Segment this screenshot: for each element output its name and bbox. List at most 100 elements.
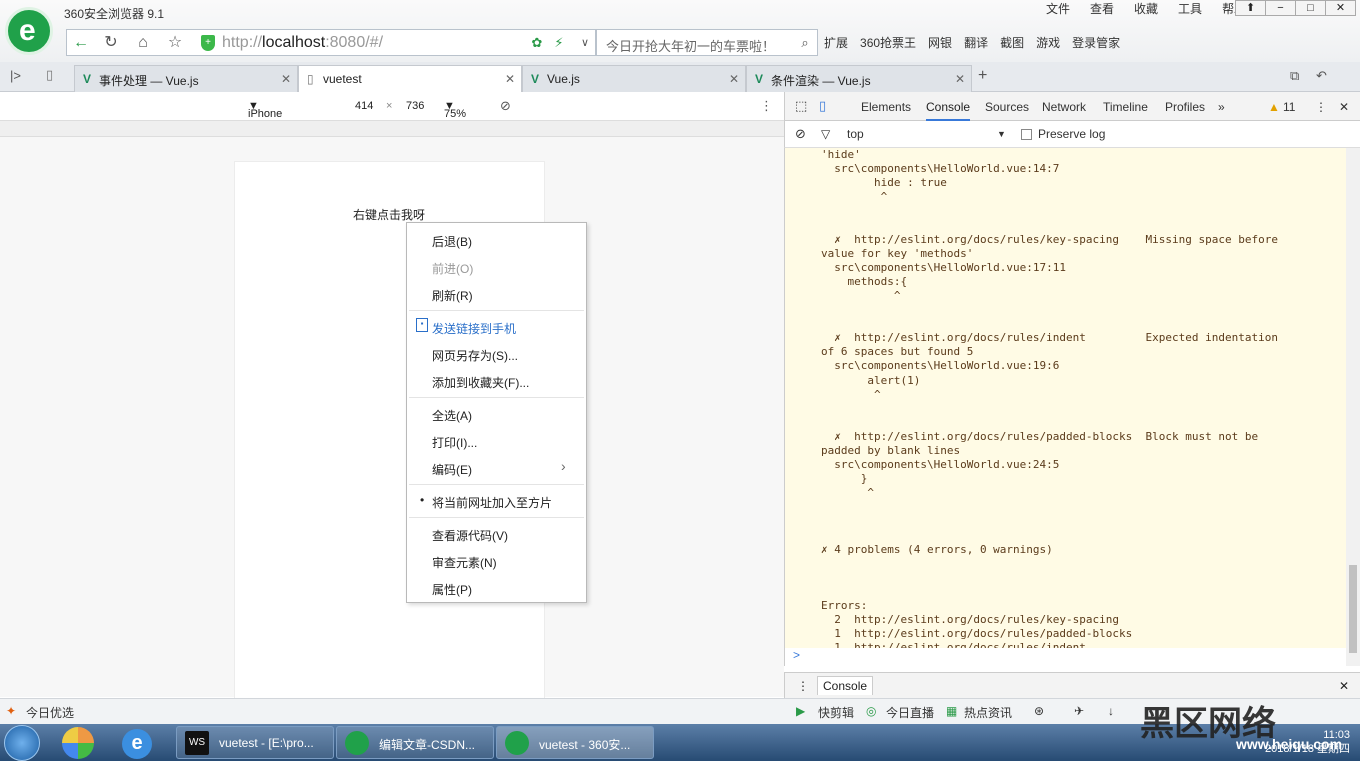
- home-icon[interactable]: ⌂: [133, 33, 153, 53]
- device-height-input[interactable]: 736: [406, 100, 424, 112]
- toolbar-screenshot[interactable]: 截图: [1000, 34, 1024, 51]
- sidebar-toggle-icon[interactable]: |>: [10, 68, 21, 83]
- star-icon[interactable]: ☆: [165, 33, 185, 53]
- lightning-icon[interactable]: ⚡: [549, 33, 569, 53]
- search-box[interactable]: 今日开抢大年初一的车票啦！ ⌕: [596, 29, 818, 56]
- preserve-log-checkbox[interactable]: [1021, 129, 1032, 140]
- toolbar-extensions[interactable]: 扩展: [824, 34, 848, 51]
- tab-label: Vue.js: [547, 72, 580, 86]
- pin-icon[interactable]: ⬆: [1235, 0, 1266, 16]
- menu-item-inspect[interactable]: 审查元素(N): [432, 554, 497, 571]
- menu-item-encoding[interactable]: 编码(E): [432, 461, 472, 478]
- menu-tools[interactable]: 工具: [1178, 0, 1202, 16]
- menu-item-send-to-phone[interactable]: 发送链接到手机: [432, 320, 516, 337]
- context-dropdown-icon[interactable]: ▼: [997, 129, 1006, 139]
- menu-item-forward[interactable]: 前进(O): [432, 260, 473, 277]
- device-width-input[interactable]: 414: [355, 100, 373, 112]
- url-text[interactable]: http://localhost:8080/#/: [222, 34, 383, 52]
- toolbar-games[interactable]: 游戏: [1036, 34, 1060, 51]
- zoom-select[interactable]: 75% ▼: [444, 100, 466, 120]
- menu-item-save-as[interactable]: 网页另存为(S)...: [432, 347, 518, 364]
- filter-icon[interactable]: ▽: [821, 127, 830, 141]
- refresh-icon[interactable]: ↻: [101, 33, 121, 53]
- tab-vuejs[interactable]: V Vue.js ✕: [522, 65, 746, 92]
- drawer-close-icon[interactable]: ✕: [1339, 679, 1349, 693]
- drawer-menu-icon[interactable]: ⋮: [797, 679, 809, 693]
- maximize-button[interactable]: □: [1295, 0, 1326, 16]
- menu-item-view-source[interactable]: 查看源代码(V): [432, 527, 508, 544]
- download-icon[interactable]: ↓: [1108, 704, 1114, 718]
- menu-item-properties[interactable]: 属性(P): [432, 581, 472, 598]
- start-button[interactable]: [4, 725, 40, 761]
- tab-console[interactable]: Console: [926, 100, 971, 121]
- page-icon[interactable]: ▯: [46, 67, 53, 83]
- menu-divider: [409, 484, 584, 485]
- close-button[interactable]: ✕: [1325, 0, 1356, 16]
- address-bar[interactable]: ← ↻ ⌂ ☆ + http://localhost:8080/#/ ✿ ⚡ ∨: [66, 29, 596, 56]
- menu-file[interactable]: 文件: [1046, 0, 1070, 16]
- device-select[interactable]: iPhone 6 Plus ▼: [248, 100, 282, 132]
- security-shield-icon[interactable]: +: [201, 35, 215, 51]
- tab-event-handling[interactable]: V 事件处理 — Vue.js ✕: [74, 65, 298, 92]
- taskbar-vuetest[interactable]: vuetest - 360安...: [496, 726, 654, 759]
- tab-conditional-rendering[interactable]: V 条件渲染 — Vue.js ✕: [746, 65, 972, 92]
- speed-icon[interactable]: ⊛: [1034, 704, 1044, 718]
- status-hot-news[interactable]: 热点资讯: [964, 704, 1012, 721]
- rotate-icon[interactable]: ⊘: [500, 98, 511, 114]
- close-tab-icon[interactable]: ✕: [505, 72, 515, 86]
- menu-view[interactable]: 查看: [1090, 0, 1114, 16]
- tab-elements[interactable]: Elements: [861, 100, 911, 114]
- back-arrow-icon[interactable]: ←: [71, 33, 91, 53]
- taskbar-webstorm[interactable]: WS vuetest - [E:\pro...: [176, 726, 334, 759]
- undo-icon[interactable]: ↶: [1316, 68, 1327, 84]
- devtools-close-icon[interactable]: ✕: [1339, 100, 1349, 114]
- tab-timeline[interactable]: Timeline: [1103, 100, 1148, 114]
- close-tab-icon[interactable]: ✕: [281, 72, 291, 86]
- menu-item-print[interactable]: 打印(I)...: [432, 434, 477, 451]
- menu-item-reload[interactable]: 刷新(R): [432, 287, 473, 304]
- close-tab-icon[interactable]: ✕: [729, 72, 739, 86]
- console-prompt[interactable]: >: [784, 648, 1346, 666]
- menu-divider: [409, 517, 584, 518]
- warning-icon[interactable]: ▲: [1268, 100, 1280, 114]
- pinned-app-icon[interactable]: [62, 727, 94, 759]
- toolbar-login-manager[interactable]: 登录管家: [1072, 34, 1120, 51]
- more-tabs-icon[interactable]: »: [1218, 100, 1225, 114]
- menu-item-back[interactable]: 后退(B): [432, 233, 472, 250]
- ie-icon[interactable]: e: [122, 729, 152, 759]
- close-tab-icon[interactable]: ✕: [955, 72, 965, 86]
- menu-item-add-to-tiles[interactable]: 将当前网址加入至方片: [432, 494, 552, 511]
- more-options-icon[interactable]: ⋮: [760, 98, 773, 114]
- tab-profiles[interactable]: Profiles: [1165, 100, 1205, 114]
- tab-sources[interactable]: Sources: [985, 100, 1029, 114]
- search-icon[interactable]: ⌕: [795, 33, 815, 53]
- status-live[interactable]: 今日直播: [886, 704, 934, 721]
- status-today-picks[interactable]: 今日优选: [26, 704, 74, 721]
- toolbar-online-banking[interactable]: 网银: [928, 34, 952, 51]
- clear-console-icon[interactable]: ⊘: [795, 126, 806, 142]
- warning-count[interactable]: 11: [1283, 100, 1295, 114]
- menu-favorites[interactable]: 收藏: [1134, 0, 1158, 16]
- menu-item-select-all[interactable]: 全选(A): [432, 407, 472, 424]
- tab-vuetest[interactable]: ▯ vuetest ✕: [298, 65, 522, 93]
- minimize-button[interactable]: −: [1265, 0, 1296, 16]
- dropdown-chevron-icon[interactable]: ∨: [575, 33, 595, 53]
- inspect-element-icon[interactable]: ⬚: [795, 98, 807, 114]
- browser-icon: [505, 731, 529, 755]
- speed-mode-icon[interactable]: ✿: [527, 33, 547, 53]
- drawer-tab-console[interactable]: Console: [817, 676, 874, 695]
- tab-network[interactable]: Network: [1042, 100, 1086, 114]
- device-mode-icon[interactable]: ▯: [819, 98, 826, 114]
- toolbar-translate[interactable]: 翻译: [964, 34, 988, 51]
- pin-status-icon[interactable]: ✈: [1074, 704, 1084, 718]
- restore-tabs-icon[interactable]: ⧉: [1290, 68, 1299, 84]
- taskbar-csdn[interactable]: 编辑文章-CSDN...: [336, 726, 494, 759]
- devtools-menu-icon[interactable]: ⋮: [1315, 100, 1327, 114]
- menu-item-add-favorite[interactable]: 添加到收藏夹(F)...: [432, 374, 529, 391]
- new-tab-plus-icon[interactable]: +: [978, 67, 987, 85]
- toolbar-ticket-grabber[interactable]: 360抢票王: [860, 34, 916, 51]
- right-click-text[interactable]: 右键点击我呀: [353, 206, 425, 223]
- context-select[interactable]: top: [847, 127, 864, 141]
- status-quick-edit[interactable]: 快剪辑: [818, 704, 854, 721]
- scrollbar-thumb[interactable]: [1349, 565, 1357, 653]
